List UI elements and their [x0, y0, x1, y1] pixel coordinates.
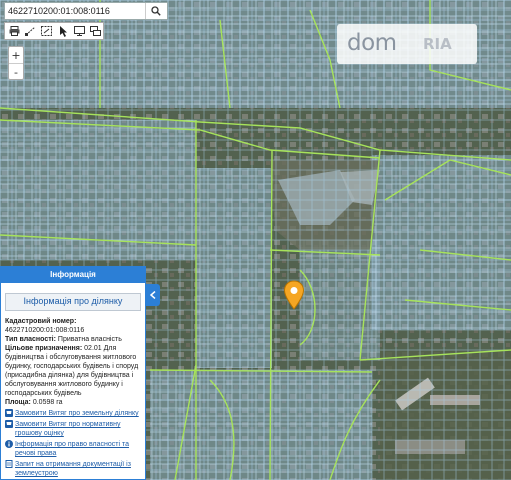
document-icon — [5, 460, 13, 468]
measure-icon — [24, 26, 36, 36]
print-icon — [9, 26, 20, 36]
layers-icon — [90, 26, 102, 36]
logo-ria-text: RIA — [423, 35, 452, 53]
link-label: Інформація про право власності та речові… — [15, 441, 129, 457]
cart-icon — [5, 420, 13, 428]
purpose-row: Цільове призначення: 02.01 Для будівницт… — [5, 344, 141, 398]
area-value: 0.0598 га — [32, 399, 63, 406]
select-area-icon — [41, 26, 53, 36]
zoom-control: + - — [8, 46, 24, 80]
info-icon — [5, 440, 13, 448]
order-valuation-extract-link[interactable]: Замовити Витяг про нормативну грошову оц… — [5, 420, 141, 438]
chevron-left-icon — [150, 291, 156, 299]
panel-collapse-button[interactable] — [146, 284, 160, 306]
search-icon — [151, 6, 162, 16]
info-panel: Інформація Інформація про ділянку Кадаст… — [0, 266, 146, 480]
ownership-row: Тип власності: Приватна власність — [5, 335, 141, 344]
ownership-value: Приватна власність — [57, 336, 122, 343]
layers-button[interactable] — [89, 24, 103, 38]
link-label: Замовити Витяг про земельну ділянку — [15, 410, 139, 417]
zoom-out-button[interactable]: - — [9, 64, 23, 80]
search-input[interactable] — [5, 4, 145, 18]
cart-icon — [5, 409, 13, 417]
purpose-label: Цільове призначення: — [5, 345, 83, 352]
cadastral-search — [4, 2, 168, 20]
logo-dom-text: dom — [347, 30, 397, 56]
area-row: Площа: 0.0598 га — [5, 398, 141, 407]
cadastral-label: Кадастровий номер: — [5, 318, 77, 325]
panel-links: Замовити Витяг про земельну ділянку Замо… — [5, 409, 141, 478]
ownership-label: Тип власності: — [5, 336, 56, 343]
purpose-value: 02.01 Для будівництва і обслуговування ж… — [5, 345, 139, 397]
ownership-rights-link[interactable]: Інформація про право власності та речові… — [5, 440, 141, 458]
map-toolbar — [4, 22, 104, 40]
select-area-button[interactable] — [40, 24, 54, 38]
dom-ria-watermark: dom RIA — [337, 24, 477, 64]
link-label: Замовити Витяг про нормативну грошову оц… — [15, 421, 121, 437]
cadastral-value: 4622710200:01:008:0116 — [5, 327, 85, 334]
monitor-icon — [73, 26, 85, 36]
zoom-in-button[interactable]: + — [9, 47, 23, 64]
order-parcel-extract-link[interactable]: Замовити Витяг про земельну ділянку — [5, 409, 141, 418]
print-button[interactable] — [7, 24, 21, 38]
pointer-button[interactable] — [56, 24, 70, 38]
measure-button[interactable] — [23, 24, 37, 38]
link-label: Запит на отримання документації із земле… — [15, 461, 131, 477]
panel-header: Інформація — [1, 267, 145, 283]
pointer-icon — [59, 25, 67, 37]
land-docs-request-link[interactable]: Запит на отримання документації із земле… — [5, 460, 141, 478]
area-label: Площа: — [5, 399, 31, 406]
parcel-info-title: Інформація про ділянку — [5, 293, 141, 311]
search-button[interactable] — [144, 3, 167, 19]
location-pin-icon[interactable] — [283, 280, 305, 310]
monitor-button[interactable] — [72, 24, 86, 38]
